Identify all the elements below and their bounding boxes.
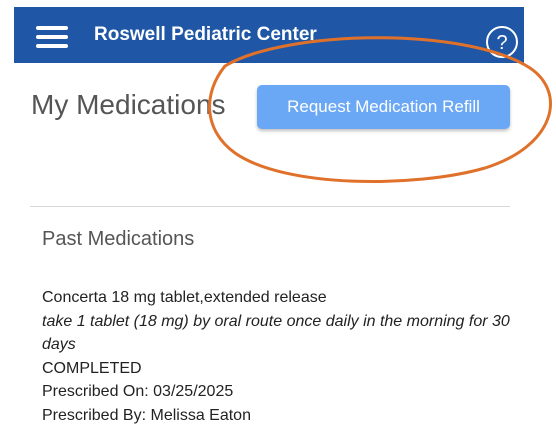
request-refill-button[interactable]: Request Medication Refill bbox=[257, 85, 510, 129]
app-title: Roswell Pediatric Center bbox=[94, 24, 317, 45]
past-medications-heading: Past Medications bbox=[42, 228, 195, 250]
app-header: Roswell Pediatric Center ? bbox=[14, 7, 524, 63]
medication-name: Concerta 18 mg tablet,extended release bbox=[42, 289, 327, 306]
page-title: My Medications bbox=[31, 89, 226, 120]
medication-sig: take 1 tablet (18 mg) by oral route once… bbox=[42, 312, 510, 354]
hamburger-menu-icon[interactable] bbox=[36, 26, 68, 48]
section-divider bbox=[30, 206, 510, 207]
prescribed-on: Prescribed On: 03/25/2025 bbox=[42, 383, 234, 400]
prescribed-by: Prescribed By: Melissa Eaton bbox=[42, 406, 251, 424]
svg-text:?: ? bbox=[496, 32, 507, 54]
question-circle-icon[interactable]: ? bbox=[484, 24, 520, 60]
medication-status: COMPLETED bbox=[42, 359, 142, 377]
medications-screen: Roswell Pediatric Center ? My Medication… bbox=[0, 0, 556, 432]
medication-item: Concerta 18 mg tablet,extended release t… bbox=[42, 286, 512, 427]
